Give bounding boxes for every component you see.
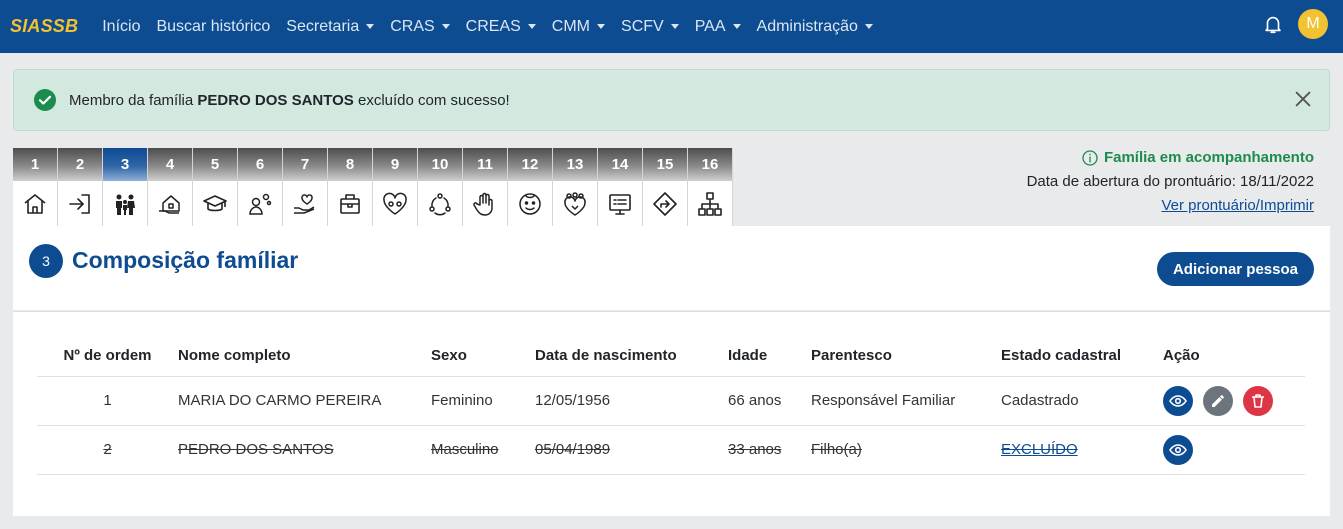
caret-down-icon bbox=[441, 24, 450, 29]
family-table: Nº de ordem Nome completo Sexo Data de n… bbox=[37, 335, 1305, 475]
stop-hand-icon bbox=[473, 192, 493, 216]
view-button[interactable] bbox=[1163, 385, 1193, 416]
table-row-deleted: 2 PEDRO DOS SANTOS Masculino 05/04/1989 … bbox=[37, 425, 1305, 475]
table-header-row: Nº de ordem Nome completo Sexo Data de n… bbox=[37, 335, 1305, 377]
direction-sign-icon bbox=[653, 191, 677, 216]
heart-hand-icon bbox=[294, 193, 315, 214]
step-11[interactable]: 11 bbox=[463, 148, 508, 226]
child-face-icon bbox=[519, 192, 541, 215]
caret-down-icon bbox=[527, 24, 536, 29]
close-icon[interactable] bbox=[1292, 88, 1314, 110]
col-ordem: Nº de ordem bbox=[37, 335, 178, 377]
nav-administracao[interactable]: Administração bbox=[757, 18, 873, 36]
view-button[interactable] bbox=[1163, 434, 1193, 465]
step-6[interactable]: 6 bbox=[238, 148, 283, 226]
home-icon bbox=[24, 193, 46, 214]
step-2[interactable]: 2 bbox=[58, 148, 103, 226]
nav-paa[interactable]: PAA bbox=[695, 18, 741, 36]
eye-icon bbox=[1169, 443, 1187, 456]
group-heart-icon bbox=[564, 191, 586, 216]
step-3[interactable]: 3 bbox=[103, 148, 148, 226]
delete-button[interactable] bbox=[1243, 385, 1273, 416]
add-person-button[interactable]: Adicionar pessoa bbox=[1156, 252, 1314, 286]
nav-buscar-historico[interactable]: Buscar histórico bbox=[156, 18, 270, 36]
step-9[interactable]: 9 bbox=[373, 148, 418, 226]
col-idade: Idade bbox=[728, 335, 811, 377]
user-avatar[interactable]: M bbox=[1298, 9, 1328, 39]
step-8[interactable]: 8 bbox=[328, 148, 373, 226]
pencil-icon bbox=[1212, 394, 1224, 407]
nav-cras[interactable]: CRAS bbox=[390, 18, 450, 36]
nav-inicio[interactable]: Início bbox=[102, 18, 140, 36]
recycle-people-icon bbox=[429, 192, 451, 215]
family-table-card: Nº de ordem Nome completo Sexo Data de n… bbox=[13, 311, 1330, 516]
nav-creas[interactable]: CREAS bbox=[466, 18, 536, 36]
nav-right: M bbox=[1262, 9, 1328, 39]
caret-down-icon bbox=[864, 24, 873, 29]
col-acao: Ação bbox=[1163, 335, 1305, 377]
alert-member-name: PEDRO DOS SANTOS bbox=[197, 91, 354, 109]
step-14[interactable]: 14 bbox=[598, 148, 643, 226]
house-hand-icon bbox=[159, 194, 180, 214]
family-icon bbox=[116, 194, 135, 215]
top-navbar: SIASSB Início Buscar histórico Secretari… bbox=[0, 0, 1343, 53]
step-10[interactable]: 10 bbox=[418, 148, 463, 226]
step-16[interactable]: 16 bbox=[688, 148, 733, 226]
caret-down-icon bbox=[366, 24, 375, 29]
caret-down-icon bbox=[732, 24, 741, 29]
login-icon bbox=[69, 193, 90, 214]
nav-scfv[interactable]: SCFV bbox=[621, 18, 679, 36]
excluded-status-link[interactable]: EXCLUÍDO bbox=[1001, 441, 1078, 458]
row-actions bbox=[1163, 425, 1305, 475]
caret-down-icon bbox=[670, 24, 679, 29]
heart-people-icon bbox=[383, 192, 407, 215]
alert-message: Membro da família PEDRO DOS SANTOS exclu… bbox=[69, 91, 510, 109]
table-row: 1 MARIA DO CARMO PEREIRA Feminino 12/05/… bbox=[37, 376, 1305, 426]
step-1[interactable]: 1 bbox=[13, 148, 58, 226]
screen-list-icon bbox=[609, 193, 631, 215]
success-alert: Membro da família PEDRO DOS SANTOS exclu… bbox=[13, 69, 1330, 131]
family-status: Família em acompanhamento bbox=[1027, 149, 1314, 166]
step-7[interactable]: 7 bbox=[283, 148, 328, 226]
col-estado: Estado cadastral bbox=[1001, 335, 1163, 377]
worker-gear-icon bbox=[249, 193, 272, 215]
bell-icon[interactable] bbox=[1262, 13, 1284, 35]
section-header: 3 Composição famíliar Adicionar pessoa bbox=[13, 226, 1330, 310]
section-number-badge: 3 bbox=[29, 244, 63, 278]
edit-button[interactable] bbox=[1203, 385, 1233, 416]
trash-icon bbox=[1252, 393, 1264, 408]
step-tabs: 1 2 3 4 5 6 7 8 9 10 11 12 13 14 15 16 bbox=[13, 148, 733, 226]
nav-cmm[interactable]: CMM bbox=[552, 18, 606, 36]
check-circle-icon bbox=[34, 89, 56, 111]
col-nascimento: Data de nascimento bbox=[535, 335, 728, 377]
org-chart-icon bbox=[698, 191, 722, 216]
view-print-link[interactable]: Ver prontuário/Imprimir bbox=[1161, 197, 1314, 214]
step-13[interactable]: 13 bbox=[553, 148, 598, 226]
page-title: Composição famíliar bbox=[72, 247, 299, 273]
col-parentesco: Parentesco bbox=[811, 335, 1001, 377]
step-5[interactable]: 5 bbox=[193, 148, 238, 226]
opening-date: Data de abertura do prontuário: 18/11/20… bbox=[1026, 173, 1314, 190]
nav-secretaria[interactable]: Secretaria bbox=[286, 18, 375, 36]
step-12[interactable]: 12 bbox=[508, 148, 553, 226]
family-info: Família em acompanhamento Data de abertu… bbox=[1027, 149, 1314, 215]
step-15[interactable]: 15 bbox=[643, 148, 688, 226]
step-4[interactable]: 4 bbox=[148, 148, 193, 226]
briefcase-icon bbox=[340, 193, 360, 214]
caret-down-icon bbox=[597, 24, 606, 29]
graduation-cap-icon bbox=[203, 194, 227, 211]
info-icon bbox=[1082, 149, 1098, 166]
col-nome: Nome completo bbox=[178, 335, 431, 377]
row-actions bbox=[1163, 376, 1305, 426]
eye-icon bbox=[1169, 394, 1187, 407]
brand-logo[interactable]: SIASSB bbox=[10, 16, 78, 37]
col-sexo: Sexo bbox=[431, 335, 535, 377]
